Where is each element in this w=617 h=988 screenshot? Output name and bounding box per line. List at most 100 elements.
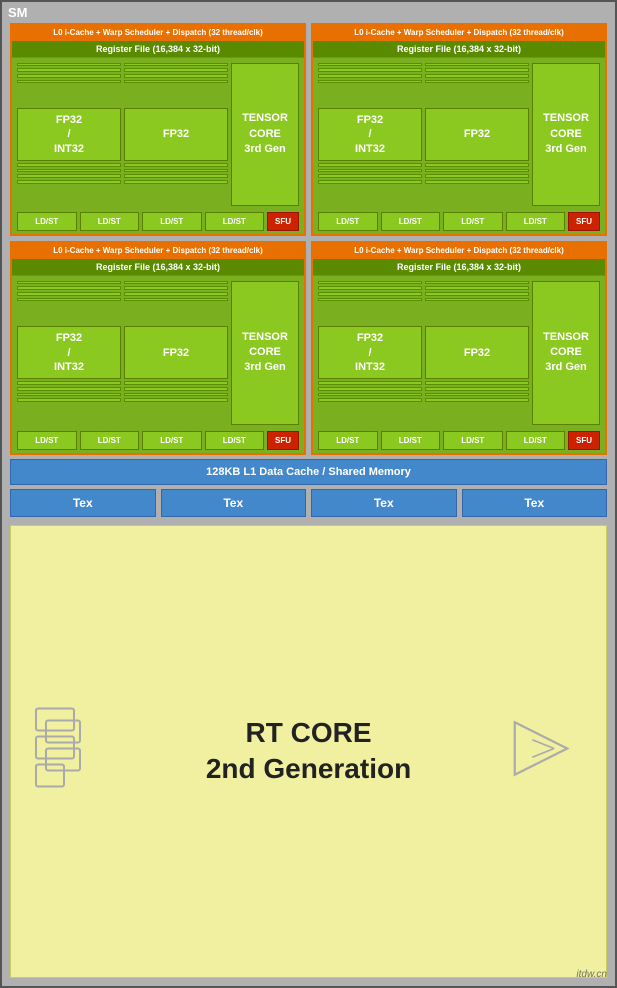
fp32-cell <box>425 281 529 285</box>
fp32-label-2b: FP32 <box>425 108 529 161</box>
ldst-9: LD/ST <box>17 431 77 450</box>
fp32-cell <box>425 398 529 402</box>
fp32-cell <box>425 387 529 391</box>
fp32-cell <box>124 174 228 178</box>
fp32-cell <box>318 281 422 285</box>
fp32-col-4a: FP32/ INT32 <box>318 281 422 425</box>
ldst-8: LD/ST <box>506 212 566 231</box>
cores-area-3: FP32/ INT32 <box>12 276 304 428</box>
watermark: itdw.cn <box>576 969 607 980</box>
ldst-2: LD/ST <box>80 212 140 231</box>
rt-core-text: RT CORE 2nd Generation <box>206 715 411 788</box>
fp32-sg-4a <box>318 281 422 324</box>
fp32-cell <box>425 169 529 173</box>
fp32-cell <box>124 163 228 167</box>
warp-header-1: L0 i-Cache + Warp Scheduler + Dispatch (… <box>12 25 304 41</box>
fp32-sg-2b2 <box>425 163 529 206</box>
tensor-label-1: TENSORCORE3rd Gen <box>242 111 288 157</box>
fp32-cell <box>425 393 529 397</box>
fp32-cell <box>318 398 422 402</box>
fp32-cell <box>425 80 529 84</box>
fp32-cell <box>318 393 422 397</box>
fp32-sg-3a2 <box>17 381 121 424</box>
fp32-cell <box>124 169 228 173</box>
tensor-label-4: TENSORCORE3rd Gen <box>543 330 589 376</box>
cores-area-2: FP32/ INT32 <box>313 58 605 210</box>
fp32-cell <box>318 298 422 302</box>
fp32-cell <box>318 169 422 173</box>
fp32-small-grid-1b <box>124 63 228 106</box>
rt-core-shapes-icon <box>31 699 121 804</box>
fp32-cell <box>425 381 529 385</box>
ldst-4: LD/ST <box>205 212 265 231</box>
ldst-6: LD/ST <box>381 212 441 231</box>
fp32-cell <box>124 393 228 397</box>
fp32-cell <box>124 298 228 302</box>
ldst-5: LD/ST <box>318 212 378 231</box>
warp-header-2: L0 i-Cache + Warp Scheduler + Dispatch (… <box>313 25 605 41</box>
fp32-cell <box>124 74 228 78</box>
reg-file-3: Register File (16,384 x 32-bit) <box>12 259 304 276</box>
fp32-cell <box>17 169 121 173</box>
fp32-cell <box>124 63 228 67</box>
reg-file-1: Register File (16,384 x 32-bit) <box>12 41 304 58</box>
tex-1: Tex <box>10 489 156 517</box>
fp32-cell <box>17 298 121 302</box>
fp32-small-grid-1b-2 <box>124 163 228 206</box>
fp32-sg-2a <box>318 63 422 106</box>
fp32-col-1b: FP32 <box>124 63 228 207</box>
fp32-cell <box>124 387 228 391</box>
fp32-label-1a: FP32/ INT32 <box>17 108 121 161</box>
fp32-cell <box>17 292 121 296</box>
fp32-cell <box>17 387 121 391</box>
fp32-cell <box>318 387 422 391</box>
fp32-label-4a: FP32/ INT32 <box>318 326 422 379</box>
ldst-14: LD/ST <box>381 431 441 450</box>
warp-header-3: L0 i-Cache + Warp Scheduler + Dispatch (… <box>12 243 304 259</box>
reg-file-4: Register File (16,384 x 32-bit) <box>313 259 605 276</box>
fp32-cell <box>17 74 121 78</box>
fp32-sg-3b <box>124 281 228 324</box>
fp32-sg-4b2 <box>425 381 529 424</box>
tex-3: Tex <box>311 489 457 517</box>
bottom-bar-1: LD/ST LD/ST LD/ST LD/ST SFU <box>12 209 304 234</box>
fp32-cell <box>425 68 529 72</box>
quadrant-4: L0 i-Cache + Warp Scheduler + Dispatch (… <box>311 241 607 454</box>
fp32-cell <box>425 292 529 296</box>
fp32-cell <box>318 74 422 78</box>
fp32-cell <box>124 68 228 72</box>
tensor-col-4: TENSORCORE3rd Gen <box>532 281 600 425</box>
sfu-4: SFU <box>568 431 600 450</box>
fp32-label-1b: FP32 <box>124 108 228 161</box>
fp32-cell <box>318 163 422 167</box>
fp32-cell <box>425 74 529 78</box>
quadrant-3: L0 i-Cache + Warp Scheduler + Dispatch (… <box>10 241 306 454</box>
fp32-small-grid-1a <box>17 63 121 106</box>
fp32-cell <box>17 80 121 84</box>
cores-area-1: FP32/ INT32 <box>12 58 304 210</box>
fp32-sg-4a2 <box>318 381 422 424</box>
tensor-label-2: TENSORCORE3rd Gen <box>543 111 589 157</box>
fp32-cell <box>124 398 228 402</box>
fp32-cell <box>425 298 529 302</box>
fp32-col-3b: FP32 <box>124 281 228 425</box>
fp32-col-2b: FP32 <box>425 63 529 207</box>
fp32-cell <box>318 180 422 184</box>
ldst-15: LD/ST <box>443 431 503 450</box>
fp32-cell <box>17 68 121 72</box>
tex-row: Tex Tex Tex Tex <box>10 489 607 521</box>
fp32-sg-3a <box>17 281 121 324</box>
fp32-sg-3b2 <box>124 381 228 424</box>
warp-header-4: L0 i-Cache + Warp Scheduler + Dispatch (… <box>313 243 605 259</box>
fp32-cell <box>318 286 422 290</box>
fp32-cell <box>318 292 422 296</box>
fp32-cell <box>17 63 121 67</box>
fp32-sg-2b <box>425 63 529 106</box>
tensor-col-2: TENSORCORE3rd Gen <box>532 63 600 207</box>
fp32-col-2a: FP32/ INT32 <box>318 63 422 207</box>
fp32-cell <box>425 63 529 67</box>
bottom-bar-2: LD/ST LD/ST LD/ST LD/ST SFU <box>313 209 605 234</box>
fp32-sg-4b <box>425 281 529 324</box>
fp32-col-1a: FP32/ INT32 <box>17 63 121 207</box>
fp32-col-4b: FP32 <box>425 281 529 425</box>
